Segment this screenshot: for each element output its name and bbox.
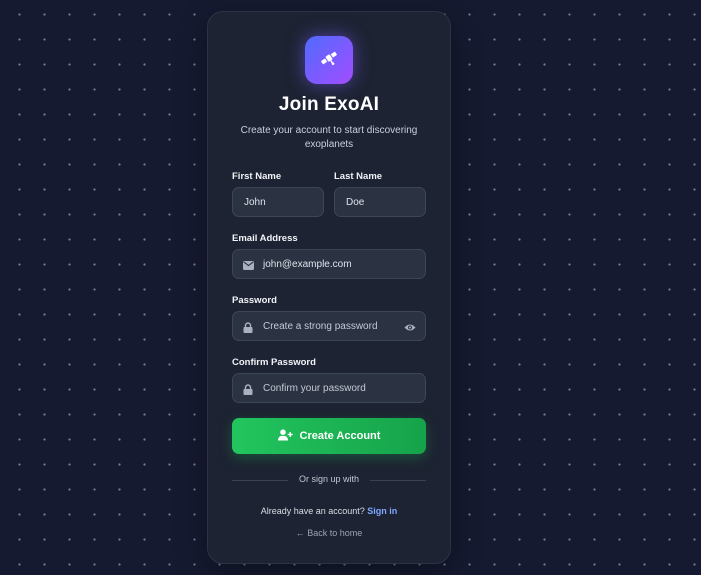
divider-text: Or sign up with — [298, 474, 360, 484]
lock-icon — [242, 383, 254, 395]
last-name-label: Last Name — [334, 171, 383, 182]
sign-in-link[interactable]: Sign in — [367, 506, 397, 516]
eye-icon[interactable] — [404, 321, 416, 333]
have-account-text: Already have an account? — [260, 506, 365, 516]
email-value: john@example.com — [263, 258, 352, 270]
envelope-icon — [242, 259, 254, 271]
page-title: Join ExoAI — [278, 94, 380, 115]
last-name-value: Doe — [346, 196, 365, 208]
signup-card: Join ExoAI Create your account to start … — [207, 11, 451, 564]
email-field[interactable]: john@example.com — [232, 249, 426, 279]
email-label: Email Address — [232, 233, 298, 244]
create-account-button[interactable]: Create Account — [232, 418, 426, 454]
confirm-password-label: Confirm Password — [232, 357, 316, 368]
back-to-home-link[interactable]: ← Back to home — [208, 528, 450, 538]
password-field[interactable]: Create a strong password — [232, 311, 426, 341]
first-name-field[interactable]: John — [232, 187, 324, 217]
password-placeholder: Create a strong password — [263, 320, 378, 332]
confirm-password-placeholder: Confirm your password — [263, 382, 366, 394]
user-plus-icon — [277, 428, 293, 444]
create-account-label: Create Account — [299, 430, 381, 442]
satellite-icon — [319, 48, 339, 73]
last-name-field[interactable]: Doe — [334, 187, 426, 217]
password-label: Password — [232, 295, 277, 306]
social-divider: Or sign up with — [232, 474, 426, 484]
arrow-left-icon: ← — [295, 528, 305, 538]
signin-prompt: Already have an account? Sign in — [208, 506, 450, 516]
app-logo — [305, 36, 353, 84]
lock-icon — [242, 321, 254, 333]
back-to-home-label: Back to home — [307, 528, 363, 538]
first-name-label: First Name — [232, 171, 282, 182]
first-name-value: John — [244, 196, 266, 208]
confirm-password-field[interactable]: Confirm your password — [232, 373, 426, 403]
page-subtitle: Create your account to start discovering… — [240, 125, 418, 150]
